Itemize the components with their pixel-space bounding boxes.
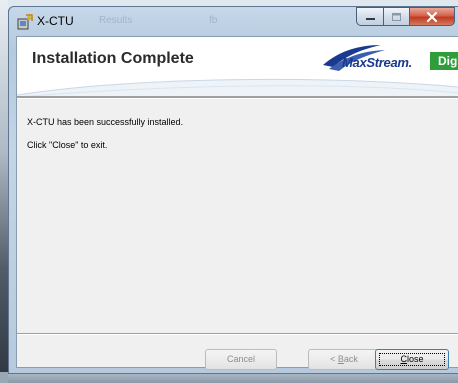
maximize-icon	[392, 12, 401, 21]
caption-buttons	[356, 7, 455, 27]
back-button-label-rest: ack	[343, 354, 358, 364]
xctu-app-icon	[17, 14, 33, 30]
background-window-title: Results	[99, 15, 133, 26]
close-window-button[interactable]	[409, 7, 455, 26]
close-button[interactable]: Close	[375, 349, 449, 370]
page-title: Installation Complete	[32, 50, 194, 67]
back-button-prefix: <	[330, 354, 338, 364]
window-title: X-CTU	[37, 14, 74, 28]
taskbar-strip	[8, 374, 458, 383]
close-button-mnemonic: C	[400, 354, 407, 364]
close-button-label-rest: lose	[406, 354, 424, 364]
cancel-button[interactable]: Cancel	[205, 349, 277, 370]
title-bar[interactable]: X-CTU Results fb	[9, 7, 458, 37]
maxstream-logo-text: MaxStream.	[342, 55, 412, 70]
banner-divider	[17, 96, 458, 99]
digi-logo-text: Digi	[438, 54, 458, 68]
minimize-button[interactable]	[356, 7, 383, 26]
dialog-client-area: Installation Complete MaxStream. Digi X-…	[16, 36, 458, 370]
minimize-icon	[365, 17, 375, 20]
exit-instruction: Click "Close" to exit.	[27, 140, 108, 150]
desktop-background-left	[0, 0, 8, 383]
footer-divider	[17, 333, 458, 335]
installer-window: X-CTU Results fb Installation Complete M…	[8, 6, 458, 374]
background-window-title: fb	[209, 15, 218, 26]
back-button[interactable]: < Back	[308, 349, 380, 370]
maximize-button[interactable]	[383, 7, 409, 26]
success-message: X-CTU has been successfully installed.	[27, 117, 184, 127]
close-x-icon	[426, 11, 438, 22]
header-banner: Installation Complete MaxStream. Digi	[17, 37, 458, 96]
